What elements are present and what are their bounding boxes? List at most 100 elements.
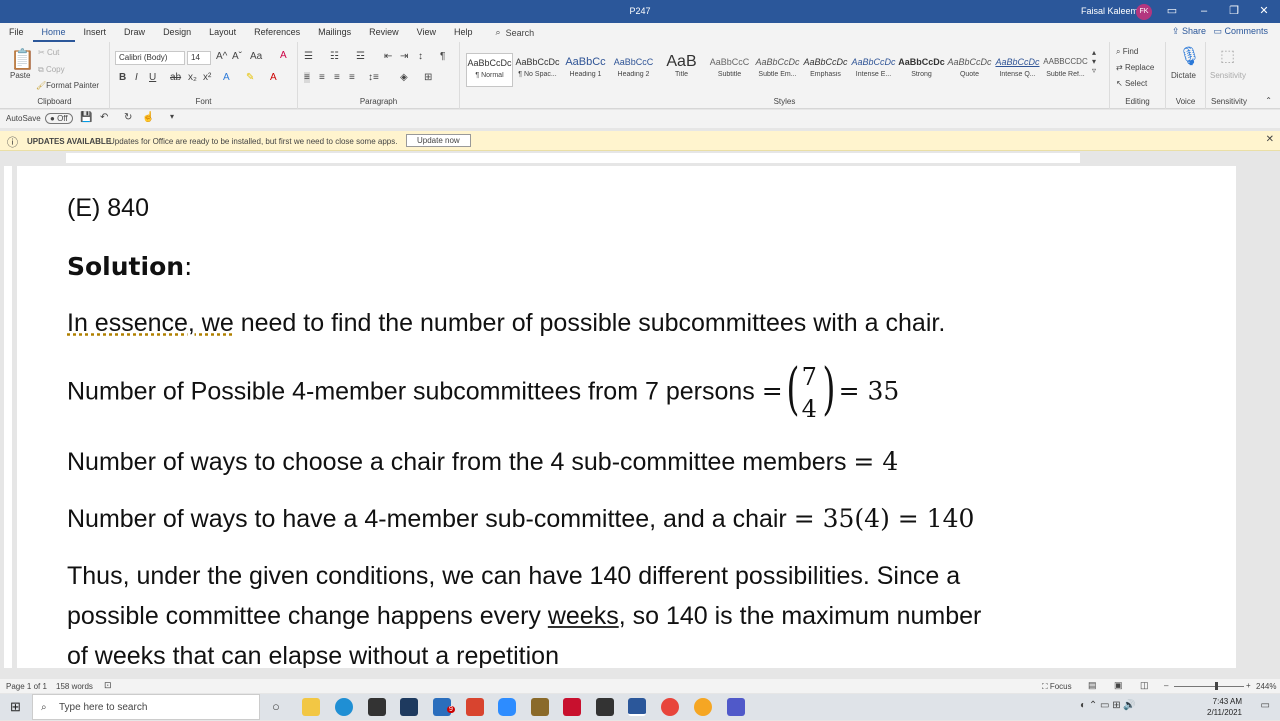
word-icon[interactable] [628,698,646,716]
tab-insert[interactable]: Insert [75,23,116,42]
autosave-toggle[interactable]: ● Off [45,113,73,124]
tab-review[interactable]: Review [360,23,408,42]
align-right-icon[interactable]: ≡ [334,72,340,83]
account-name[interactable]: Faisal Kaleem [1081,6,1138,16]
zoom-app-icon[interactable] [498,698,516,716]
windows-start-icon[interactable]: ⊞ [10,699,21,715]
select-button[interactable]: ↖ Select [1116,79,1147,88]
copy-button[interactable]: ⧉ Copy [38,65,65,75]
font-color-icon[interactable]: A [270,72,277,83]
read-mode-icon[interactable]: ▤ [1088,680,1097,691]
edge-icon[interactable] [335,698,353,716]
file-explorer-icon[interactable] [302,698,320,716]
tab-view[interactable]: View [408,23,445,42]
close-icon[interactable]: ✕ [1252,2,1276,20]
format-painter-button[interactable]: 🖌Format Painter [36,81,99,90]
font-name-select[interactable]: Calibri (Body) [115,51,185,65]
close-notification-icon[interactable]: ✕ [1266,134,1274,145]
office-icon[interactable] [466,698,484,716]
decrease-indent-icon[interactable]: ⇤ [384,51,392,62]
share-button[interactable]: ⇪ Share [1172,26,1206,37]
tab-layout[interactable]: Layout [200,23,245,42]
tab-home[interactable]: Home [32,23,75,42]
cortana-icon[interactable]: ○ [272,699,280,714]
collapse-ribbon-icon[interactable]: ⌃ [1265,96,1272,105]
dropbox-icon[interactable] [368,698,386,716]
update-now-button[interactable]: Update now [406,134,471,147]
bold-icon[interactable]: B [119,72,126,83]
style-heading-2[interactable]: AaBbCcC Heading 2 [610,53,657,87]
text-effects-icon[interactable]: A [223,72,230,83]
tab-mailings[interactable]: Mailings [309,23,360,42]
style-intense-emphasis[interactable]: AaBbCcDc Intense E... [850,53,897,87]
zoom-in-icon[interactable]: + [1246,681,1251,690]
multilevel-list-icon[interactable]: ☲ [356,51,365,62]
bullets-icon[interactable]: ☰ [304,51,313,62]
chrome-canary-icon[interactable] [694,698,712,716]
tab-file[interactable]: File [0,23,33,42]
show-marks-icon[interactable]: ¶ [440,51,445,62]
change-case-icon[interactable]: Aa [250,51,262,62]
replace-button[interactable]: ⇄ Replace [1116,63,1154,72]
paste-icon[interactable]: 📋 [10,47,35,72]
focus-button[interactable]: ⛶ Focus [1042,682,1072,692]
cut-button[interactable]: ✂ Cut [38,48,59,57]
chrome-icon[interactable] [661,698,679,716]
shading-icon[interactable]: ◈ [400,72,408,83]
clock[interactable]: 7:43 AM 2/11/2021 [1207,696,1242,718]
highlight-icon[interactable]: ✎ [246,72,254,83]
find-button[interactable]: ⌕ Find [1116,47,1138,57]
line-spacing-icon[interactable]: ↕≡ [368,72,379,83]
clear-formatting-icon[interactable]: A [280,50,287,61]
zoom-level[interactable]: 244% [1256,682,1276,691]
align-left-icon[interactable]: ≡ [304,72,310,83]
avatar[interactable]: FK [1136,4,1152,20]
undo-icon[interactable]: ↶ [100,112,108,123]
style-strong[interactable]: AaBbCcDc Strong [898,53,945,87]
sensitivity-icon[interactable]: ⬚ [1220,46,1235,66]
sort-icon[interactable]: ↕ [418,51,423,62]
print-layout-icon[interactable]: ▣ [1114,680,1123,691]
tab-help[interactable]: Help [445,23,482,42]
search-box[interactable]: ⌕ Search [496,27,535,38]
tab-design[interactable]: Design [154,23,200,42]
snipping-tool-icon[interactable] [400,698,418,716]
proofing-icon[interactable]: ⊡ [104,680,112,691]
zoom-slider-thumb[interactable] [1215,682,1218,690]
tray-icons[interactable]: ◐ ⌃ ▭ ⊞ 🔊 [1080,700,1136,711]
taskbar-app-icon[interactable] [531,698,549,716]
increase-indent-icon[interactable]: ⇥ [400,51,408,62]
zoom-slider[interactable] [1174,686,1244,687]
taskbar-search-box[interactable]: ⌕ Type here to search [32,694,260,720]
shrink-font-icon[interactable]: Aˇ [232,51,242,62]
style-intense-quote[interactable]: AaBbCcDc Intense Q... [994,53,1041,87]
minimize-icon[interactable]: – [1192,2,1216,20]
word-count[interactable]: 158 words [56,682,93,691]
style-normal[interactable]: AaBbCcDc ¶ Normal [466,53,513,87]
align-center-icon[interactable]: ≡ [319,72,325,83]
style-quote[interactable]: AaBbCcDc Quote [946,53,993,87]
style-heading-1[interactable]: AaBbCc Heading 1 [562,53,609,87]
page-count[interactable]: Page 1 of 1 [6,682,47,691]
web-layout-icon[interactable]: ◫ [1140,680,1149,691]
ribbon-display-icon[interactable]: ▭ [1160,2,1184,20]
grow-font-icon[interactable]: A^ [216,51,227,62]
sensitivity-button[interactable]: Sensitivity [1210,71,1246,80]
zoom-out-icon[interactable]: – [1164,681,1168,690]
document-page[interactable]: (E) 840 Solution: In essence, we need to… [17,166,1236,668]
borders-icon[interactable]: ⊞ [424,72,432,83]
redo-icon[interactable]: ↻ [124,112,132,123]
justify-icon[interactable]: ≡ [349,72,355,83]
style-no-spacing[interactable]: AaBbCcDc ¶ No Spac... [514,53,561,87]
notifications-icon[interactable]: ▭ [1261,700,1270,711]
style-subtle-reference[interactable]: AABBCCDC Subtle Ref... [1042,53,1089,87]
touch-mode-icon[interactable]: ☝ [142,112,154,123]
tab-draw[interactable]: Draw [115,23,154,42]
tab-references[interactable]: References [245,23,309,42]
save-icon[interactable]: 💾 [80,112,92,123]
styles-more-icon[interactable]: ▴ ▾ ▿ [1092,48,1096,75]
font-size-select[interactable]: 14 [187,51,211,65]
horizontal-ruler[interactable] [0,152,1280,165]
subscript-icon[interactable]: x₂ [188,72,197,83]
teams-icon[interactable] [727,698,745,716]
